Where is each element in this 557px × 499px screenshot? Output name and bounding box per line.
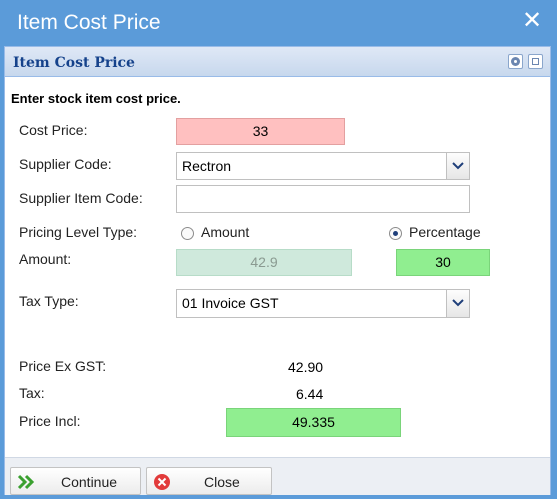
radio-amount[interactable]	[181, 227, 194, 240]
expand-icon[interactable]	[528, 54, 543, 69]
pricing-level-type-label: Pricing Level Type:	[19, 224, 138, 240]
supplier-code-value: Rectron	[182, 158, 232, 174]
red-x-circle-icon	[153, 473, 171, 491]
supplier-code-label: Supplier Code:	[19, 156, 112, 172]
chevron-down-icon[interactable]	[446, 153, 469, 179]
price-incl-label: Price Incl:	[19, 413, 81, 429]
continue-button[interactable]: Continue	[10, 467, 141, 495]
chevron-down-icon[interactable]	[446, 290, 469, 317]
button-bar: Continue Close	[5, 457, 550, 495]
close-button[interactable]: Close	[146, 467, 272, 495]
radio-amount-label[interactable]: Amount	[201, 224, 249, 240]
panel-title: Item Cost Price	[13, 55, 135, 71]
window-titlebar: Item Cost Price ✕	[0, 0, 557, 46]
supplier-item-code-input[interactable]	[176, 185, 470, 213]
double-chevron-right-icon	[17, 473, 35, 491]
continue-button-label: Continue	[61, 474, 118, 490]
tax-label: Tax:	[19, 385, 45, 401]
tax-type-select[interactable]: 01 Invoice GST	[176, 289, 470, 318]
supplier-item-code-label: Supplier Item Code:	[19, 190, 143, 206]
price-ex-gst-label: Price Ex GST:	[19, 358, 107, 374]
percentage-value-field[interactable]: 30	[396, 249, 490, 276]
supplier-code-select[interactable]: Rectron	[176, 152, 470, 180]
tax-type-value: 01 Invoice GST	[182, 295, 279, 311]
cost-price-field[interactable]: 33	[176, 118, 345, 145]
gear-icon[interactable]	[508, 54, 523, 69]
close-icon[interactable]: ✕	[520, 9, 544, 33]
radio-percentage-label[interactable]: Percentage	[409, 224, 481, 240]
amount-value-field: 42.9	[176, 249, 352, 276]
radio-percentage[interactable]	[389, 227, 402, 240]
instruction-text: Enter stock item cost price.	[11, 91, 181, 106]
item-cost-price-panel: Item Cost Price Enter stock item cost pr…	[4, 46, 551, 495]
amount-label: Amount:	[19, 251, 72, 267]
tax-type-label: Tax Type:	[19, 293, 79, 309]
close-button-label: Close	[204, 474, 240, 490]
price-incl-field: 49.335	[226, 408, 401, 437]
cost-price-label: Cost Price:	[19, 122, 88, 138]
panel-header: Item Cost Price	[5, 47, 550, 77]
price-ex-gst-value: 42.90	[288, 359, 324, 375]
window-title: Item Cost Price	[17, 11, 161, 34]
tax-value: 6.44	[296, 386, 324, 402]
